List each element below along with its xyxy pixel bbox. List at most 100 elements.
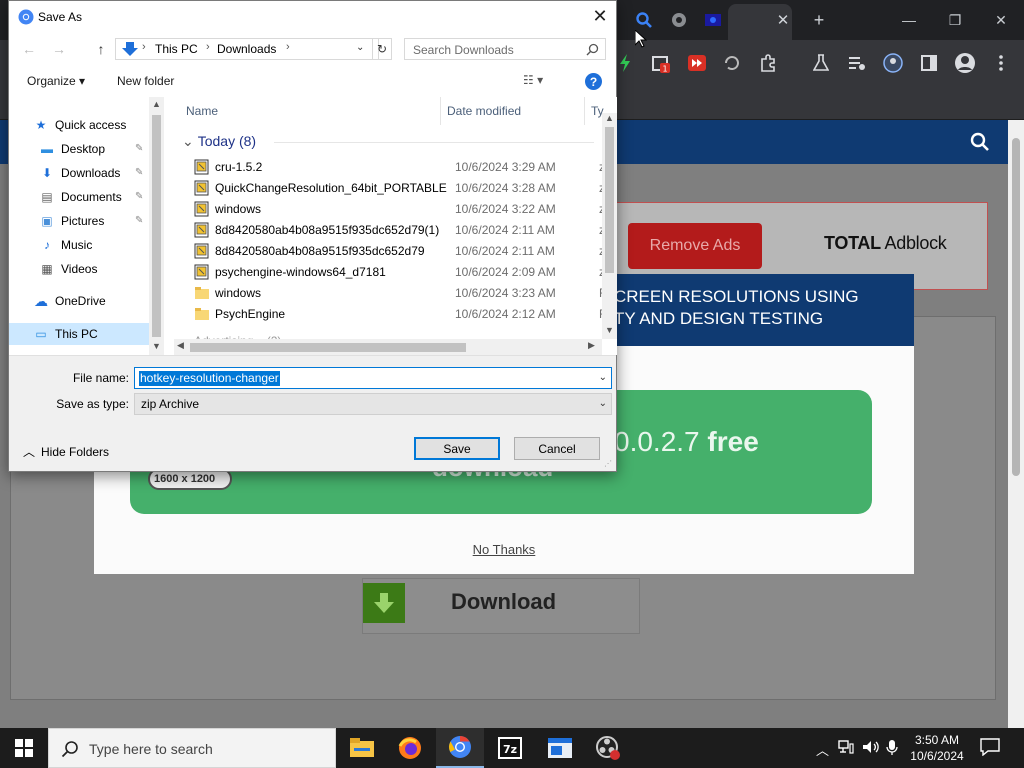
save-as-type-select[interactable]: zip Archive ⌄ <box>134 393 612 415</box>
file-name-value[interactable]: hotkey-resolution-changer <box>139 371 280 386</box>
refresh-button[interactable]: ↻ <box>372 38 392 60</box>
window-close-button[interactable]: ✕ <box>978 6 1024 34</box>
file-list-horizontal-scrollbar[interactable]: ◀ ▶ <box>174 339 602 355</box>
group-header-today[interactable]: ⌄ Today (8) <box>182 133 256 150</box>
file-date: 10/6/2024 2:11 AM <box>455 244 555 258</box>
page-scrollbar-thumb[interactable] <box>1012 138 1020 476</box>
back-arrow-icon[interactable]: ← <box>19 40 39 58</box>
volume-icon[interactable] <box>862 740 880 757</box>
sidebar-item-downloads[interactable]: ⬇ Downloads <box>39 162 120 184</box>
playlist-icon[interactable] <box>846 52 868 74</box>
column-divider[interactable] <box>440 97 441 125</box>
column-divider[interactable] <box>584 97 585 125</box>
account-avatar-icon[interactable] <box>954 52 976 74</box>
navigation-pane-scrollbar[interactable]: ▲ ▼ <box>149 97 164 355</box>
sidebar-item-videos[interactable]: ▦ Videos <box>39 258 97 280</box>
column-header-name[interactable]: Name <box>186 104 218 118</box>
file-name-field[interactable]: hotkey-resolution-changer ⌄ <box>134 367 612 389</box>
microphone-icon[interactable] <box>886 740 898 759</box>
hide-folders-toggle[interactable]: ︿ Hide Folders <box>23 443 109 460</box>
help-icon[interactable]: ? <box>585 73 602 90</box>
file-row[interactable]: QuickChangeResolution_64bit_PORTABLE 10/6… <box>194 178 614 199</box>
file-row[interactable]: windows10/6/2024 3:22 AMzi <box>194 199 614 220</box>
no-thanks-link[interactable]: No Thanks <box>94 542 914 557</box>
dialog-close-button[interactable]: ✕ <box>584 1 616 31</box>
forward-arrow-icon[interactable]: → <box>49 40 69 58</box>
remove-ads-button[interactable]: Remove Ads <box>628 223 762 269</box>
sidebar-item-music[interactable]: ♪ Music <box>39 234 92 256</box>
bolt-extension-icon[interactable] <box>614 52 636 74</box>
window-app-taskbar-icon[interactable] <box>536 728 584 768</box>
file-name-dropdown-icon[interactable]: ⌄ <box>599 372 607 383</box>
tab-close-icon[interactable]: ✕ <box>771 8 795 32</box>
site-search-icon[interactable] <box>970 132 990 152</box>
sidebar-item-pictures[interactable]: ▣ Pictures <box>39 210 104 232</box>
restore-button[interactable]: ❐ <box>932 6 978 34</box>
chrome-taskbar-icon[interactable] <box>436 728 484 768</box>
column-header-date-modified[interactable]: Date modified <box>447 104 521 118</box>
file-row[interactable]: 8d8420580ab4b08a9515f935dc652d79(1) 10/6/… <box>194 220 614 241</box>
download-arrow-icon <box>363 583 405 623</box>
fast-forward-extension-icon[interactable] <box>686 52 708 74</box>
page-scrollbar[interactable] <box>1008 120 1024 728</box>
file-row[interactable]: PsychEngine10/6/2024 2:12 AMFi <box>194 304 614 325</box>
view-options-button[interactable]: ☷ ▾ <box>523 73 543 87</box>
scroll-right-icon[interactable]: ▶ <box>588 340 595 351</box>
new-folder-button[interactable]: New folder <box>117 74 174 88</box>
breadcrumb-this-pc[interactable]: This PC <box>155 42 198 56</box>
file-list-scrollbar-thumb[interactable] <box>605 127 614 273</box>
side-panel-icon[interactable] <box>918 52 940 74</box>
file-row[interactable]: windows10/6/2024 3:23 AMFi <box>194 283 614 304</box>
labs-flask-icon[interactable] <box>810 52 832 74</box>
scroll-down-icon[interactable]: ▼ <box>605 325 614 335</box>
save-as-type-dropdown-icon[interactable]: ⌄ <box>599 398 607 409</box>
download-button[interactable]: Download <box>362 578 640 634</box>
breadcrumb-downloads[interactable]: Downloads <box>217 42 276 56</box>
firefox-taskbar-icon[interactable] <box>386 728 434 768</box>
sidebar-item-onedrive[interactable]: ☁ OneDrive <box>33 290 106 312</box>
scroll-down-icon[interactable]: ▼ <box>152 341 161 351</box>
save-button[interactable]: Save <box>414 437 500 460</box>
file-row[interactable]: cru-1.5.210/6/2024 3:29 AMzi <box>194 157 614 178</box>
globe-tab-icon[interactable] <box>667 8 691 32</box>
sidebar-item-desktop[interactable]: ▬ Desktop <box>39 138 105 160</box>
sidebar-item-quick-access[interactable]: ★ Quick access <box>33 114 127 136</box>
scroll-up-icon[interactable]: ▲ <box>605 113 614 123</box>
extensions-puzzle-icon[interactable] <box>757 52 779 74</box>
browser-menu-icon[interactable] <box>990 52 1012 74</box>
taskbar-clock[interactable]: 3:50 AM 10/6/2024 <box>904 732 970 764</box>
scroll-up-icon[interactable]: ▲ <box>152 99 161 109</box>
search-tab-icon[interactable] <box>632 8 656 32</box>
obs-recorder-taskbar-icon[interactable] <box>584 728 632 768</box>
file-row[interactable]: 8d8420580ab4b08a9515f935dc652d79 10/6/202… <box>194 241 614 262</box>
tray-overflow-chevron-icon[interactable]: ︿ <box>816 740 829 759</box>
notification-center-icon[interactable] <box>980 738 1000 756</box>
start-button[interactable] <box>0 728 48 768</box>
file-explorer-taskbar-icon[interactable] <box>338 728 386 768</box>
address-bar[interactable]: › This PC › Downloads › ⌄ <box>115 38 379 60</box>
resize-grip-icon[interactable]: ⋰ <box>604 459 614 469</box>
new-tab-icon[interactable]: + <box>807 8 831 32</box>
file-row[interactable]: psychengine-windows64_d7181 10/6/2024 2:0… <box>194 262 614 283</box>
7zip-taskbar-icon[interactable]: 7z <box>486 728 534 768</box>
sidebar-item-label: Downloads <box>61 166 121 180</box>
sidebar-item-documents[interactable]: ▤ Documents <box>39 186 121 208</box>
calendar-extension-icon[interactable]: 1 <box>650 52 672 74</box>
search-downloads-field[interactable]: Search Downloads <box>404 38 606 60</box>
organize-menu[interactable]: Organize ▾ <box>27 74 85 88</box>
cancel-button[interactable]: Cancel <box>514 437 600 460</box>
file-list-vertical-scrollbar[interactable]: ▲ ▼ <box>602 113 617 339</box>
profile-sync-icon[interactable] <box>882 52 904 74</box>
media-tab-icon[interactable] <box>701 8 725 32</box>
navigation-pane-scrollbar-thumb[interactable] <box>152 115 161 337</box>
minimize-button[interactable]: — <box>886 6 932 34</box>
network-icon[interactable] <box>838 740 854 757</box>
taskbar-search-box[interactable]: Type here to search <box>48 728 336 768</box>
address-dropdown-icon[interactable]: ⌄ <box>356 42 364 53</box>
file-list-hscroll-thumb[interactable] <box>190 343 466 352</box>
scroll-left-icon[interactable]: ◀ <box>177 340 184 351</box>
up-arrow-icon[interactable]: ↑ <box>91 40 111 58</box>
refresh-extension-icon[interactable] <box>721 52 743 74</box>
sidebar-item-this-pc[interactable]: ▭ This PC <box>33 323 97 345</box>
star-icon: ★ <box>35 118 47 132</box>
